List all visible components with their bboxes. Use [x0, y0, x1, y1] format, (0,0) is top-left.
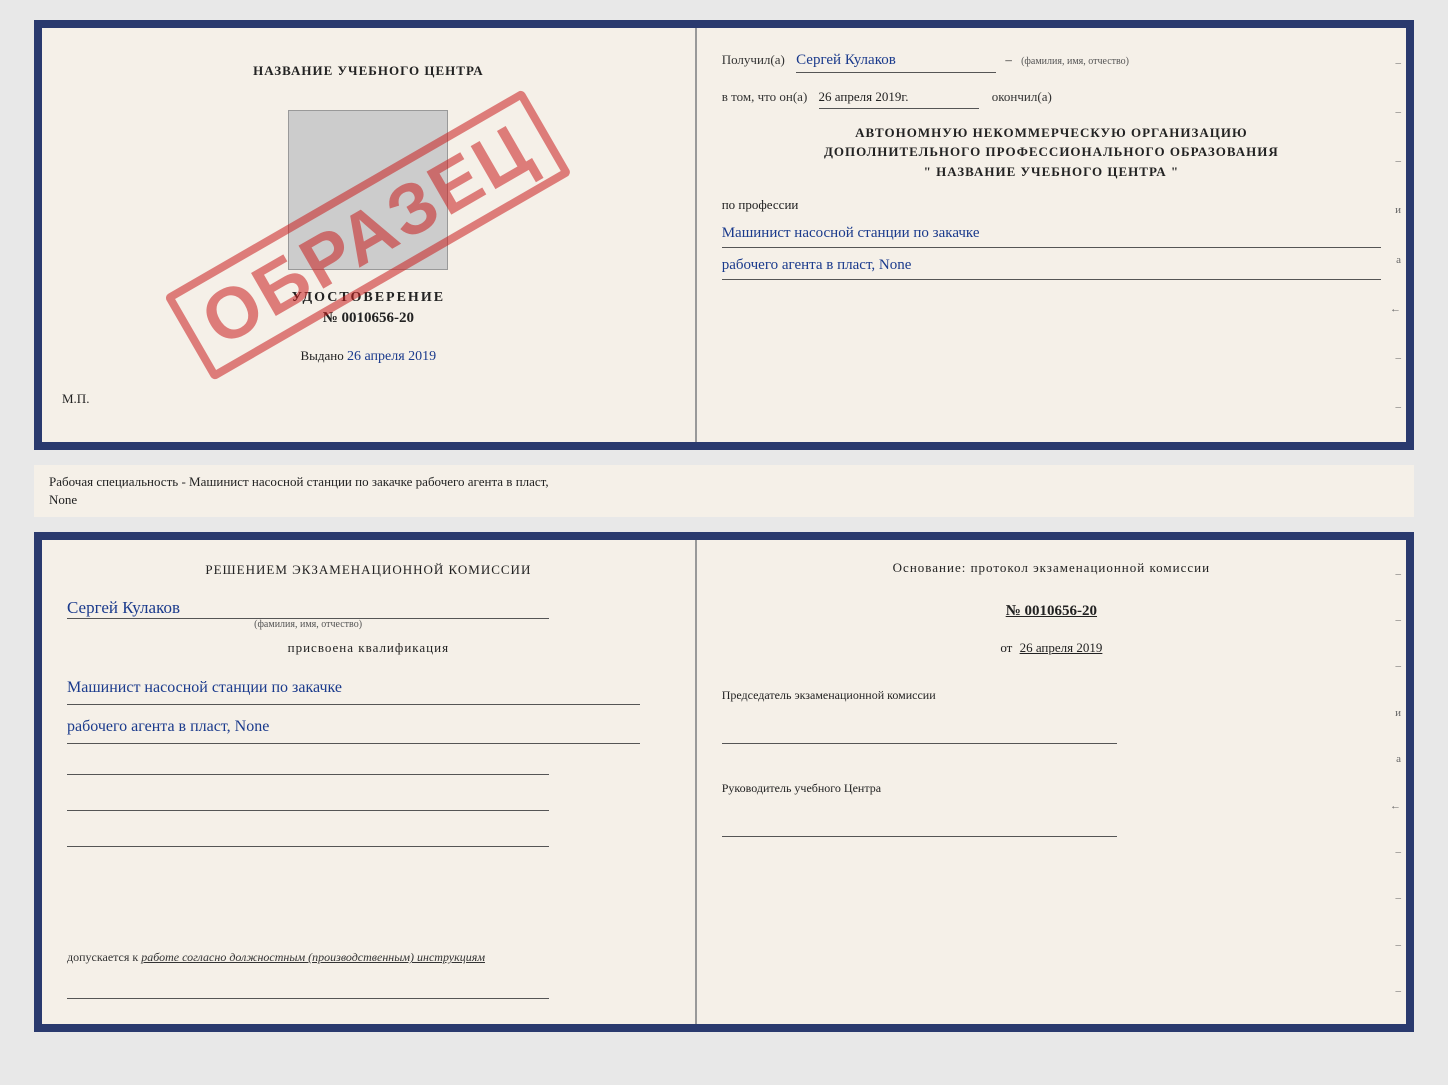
bottom-doc-right: Основание: протокол экзаменационной коми… [697, 540, 1406, 1024]
org-block: АВТОНОМНУЮ НЕКОММЕРЧЕСКУЮ ОРГАНИЗАЦИЮ ДО… [722, 123, 1381, 182]
ot-label: от [1000, 640, 1012, 655]
dopuskaetsya-label: допускается к [67, 950, 138, 964]
stamp-placeholder [288, 110, 448, 270]
org-line1: АВТОНОМНУЮ НЕКОММЕРЧЕСКУЮ ОРГАНИЗАЦИЮ [722, 123, 1381, 143]
bottom-name-handwritten: Сергей Кулаков [67, 598, 549, 619]
prisvoena-label: присвоена квалификация [67, 640, 670, 656]
udostoverenie-title: УДОСТОВЕРЕНИЕ [292, 290, 445, 306]
mp-label: М.П. [62, 391, 89, 407]
po-professii-block: по профессии Машинист насосной станции п… [722, 195, 1381, 280]
bottom-doc-left: Решением экзаменационной комиссии Сергей… [42, 540, 697, 1024]
osnovaniye-text: Основание: протокол экзаменационной коми… [722, 560, 1381, 576]
vtom-date: 26 апреля 2019г. [819, 87, 979, 109]
info-bar-text1: Рабочая специальность - Машинист насосно… [49, 473, 1399, 491]
rukovoditel-label: Руководитель учебного Центра [722, 781, 1381, 796]
profession-line1: Машинист насосной станции по закачке [722, 220, 1381, 248]
udostoverenie-number: № 0010656-20 [292, 310, 445, 327]
rukovoditel-block: Руководитель учебного Центра [722, 781, 1381, 842]
rukovoditel-sig-line [722, 821, 1118, 837]
org-line2: ДОПОЛНИТЕЛЬНОГО ПРОФЕССИОНАЛЬНОГО ОБРАЗО… [722, 142, 1381, 162]
vydano-label: Выдано [301, 348, 344, 363]
protocol-date-value: 26 апреля 2019 [1020, 640, 1103, 655]
fio-sublabel: (фамилия, имя, отчество) [1021, 56, 1129, 67]
poluchil-name: Сергей Кулаков [796, 48, 996, 73]
udostoverenie-block: УДОСТОВЕРЕНИЕ № 0010656-20 [292, 290, 445, 327]
dopuskaetsya-block: допускается к работе согласно должностны… [67, 950, 670, 965]
top-document: НАЗВАНИЕ УЧЕБНОГО ЦЕНТРА УДОСТОВЕРЕНИЕ №… [34, 20, 1414, 450]
predsedatel-label: Председатель экзаменационной комиссии [722, 688, 1381, 703]
predsedatel-sig-line [722, 728, 1118, 744]
qualification-block: Машинист насосной станции по закачке раб… [67, 666, 670, 744]
info-bar-text2: None [49, 491, 1399, 509]
bottom-document: Решением экзаменационной комиссии Сергей… [34, 532, 1414, 1032]
sig-line-4 [67, 983, 549, 999]
okonchil-label: окончил(а) [992, 89, 1052, 104]
vydano-date: 26 апреля 2019 [347, 349, 436, 364]
protocol-number: № 0010656-20 [722, 603, 1381, 620]
vtom-field: в том, что он(а) 26 апреля 2019г. окончи… [722, 87, 1381, 109]
poluchil-label: Получил(а) [722, 52, 785, 67]
chairman-block: Председатель экзаменационной комиссии [722, 688, 1381, 749]
sig-line-3 [67, 831, 549, 847]
top-institution-name: НАЗВАНИЕ УЧЕБНОГО ЦЕНТРА [253, 63, 484, 79]
top-doc-right: Получил(а) Сергей Кулаков – (фамилия, им… [697, 28, 1406, 442]
vydano-line: Выдано 26 апреля 2019 [301, 348, 437, 365]
sig-line-2 [67, 795, 549, 811]
name-block: Сергей Кулаков (фамилия, имя, отчество) [67, 590, 670, 630]
bottom-fio-label: (фамилия, имя, отчество) [67, 619, 549, 630]
po-professii-label: по профессии [722, 195, 1381, 216]
profession-line2: рабочего агента в пласт, None [722, 252, 1381, 280]
bottom-right-margin-decoration: – – – и а ← – – – – [1384, 540, 1406, 1024]
poluchil-field: Получил(а) Сергей Кулаков – (фамилия, им… [722, 48, 1381, 73]
vtom-label: в том, что он(а) [722, 89, 808, 104]
org-line3: " НАЗВАНИЕ УЧЕБНОГО ЦЕНТРА " [722, 162, 1381, 182]
dopuskaetsya-text: работе согласно должностным (производств… [141, 950, 485, 964]
qual-line2: рабочего агента в пласт, None [67, 711, 640, 744]
top-doc-left: НАЗВАНИЕ УЧЕБНОГО ЦЕНТРА УДОСТОВЕРЕНИЕ №… [42, 28, 697, 442]
right-margin-decoration: – – – и а ← – – [1384, 28, 1406, 442]
sig-line-1 [67, 759, 549, 775]
info-bar: Рабочая специальность - Машинист насосно… [34, 465, 1414, 517]
komissia-title: Решением экзаменационной комиссии [67, 560, 670, 580]
protocol-date: от 26 апреля 2019 [722, 640, 1381, 656]
qual-line1: Машинист насосной станции по закачке [67, 672, 640, 705]
